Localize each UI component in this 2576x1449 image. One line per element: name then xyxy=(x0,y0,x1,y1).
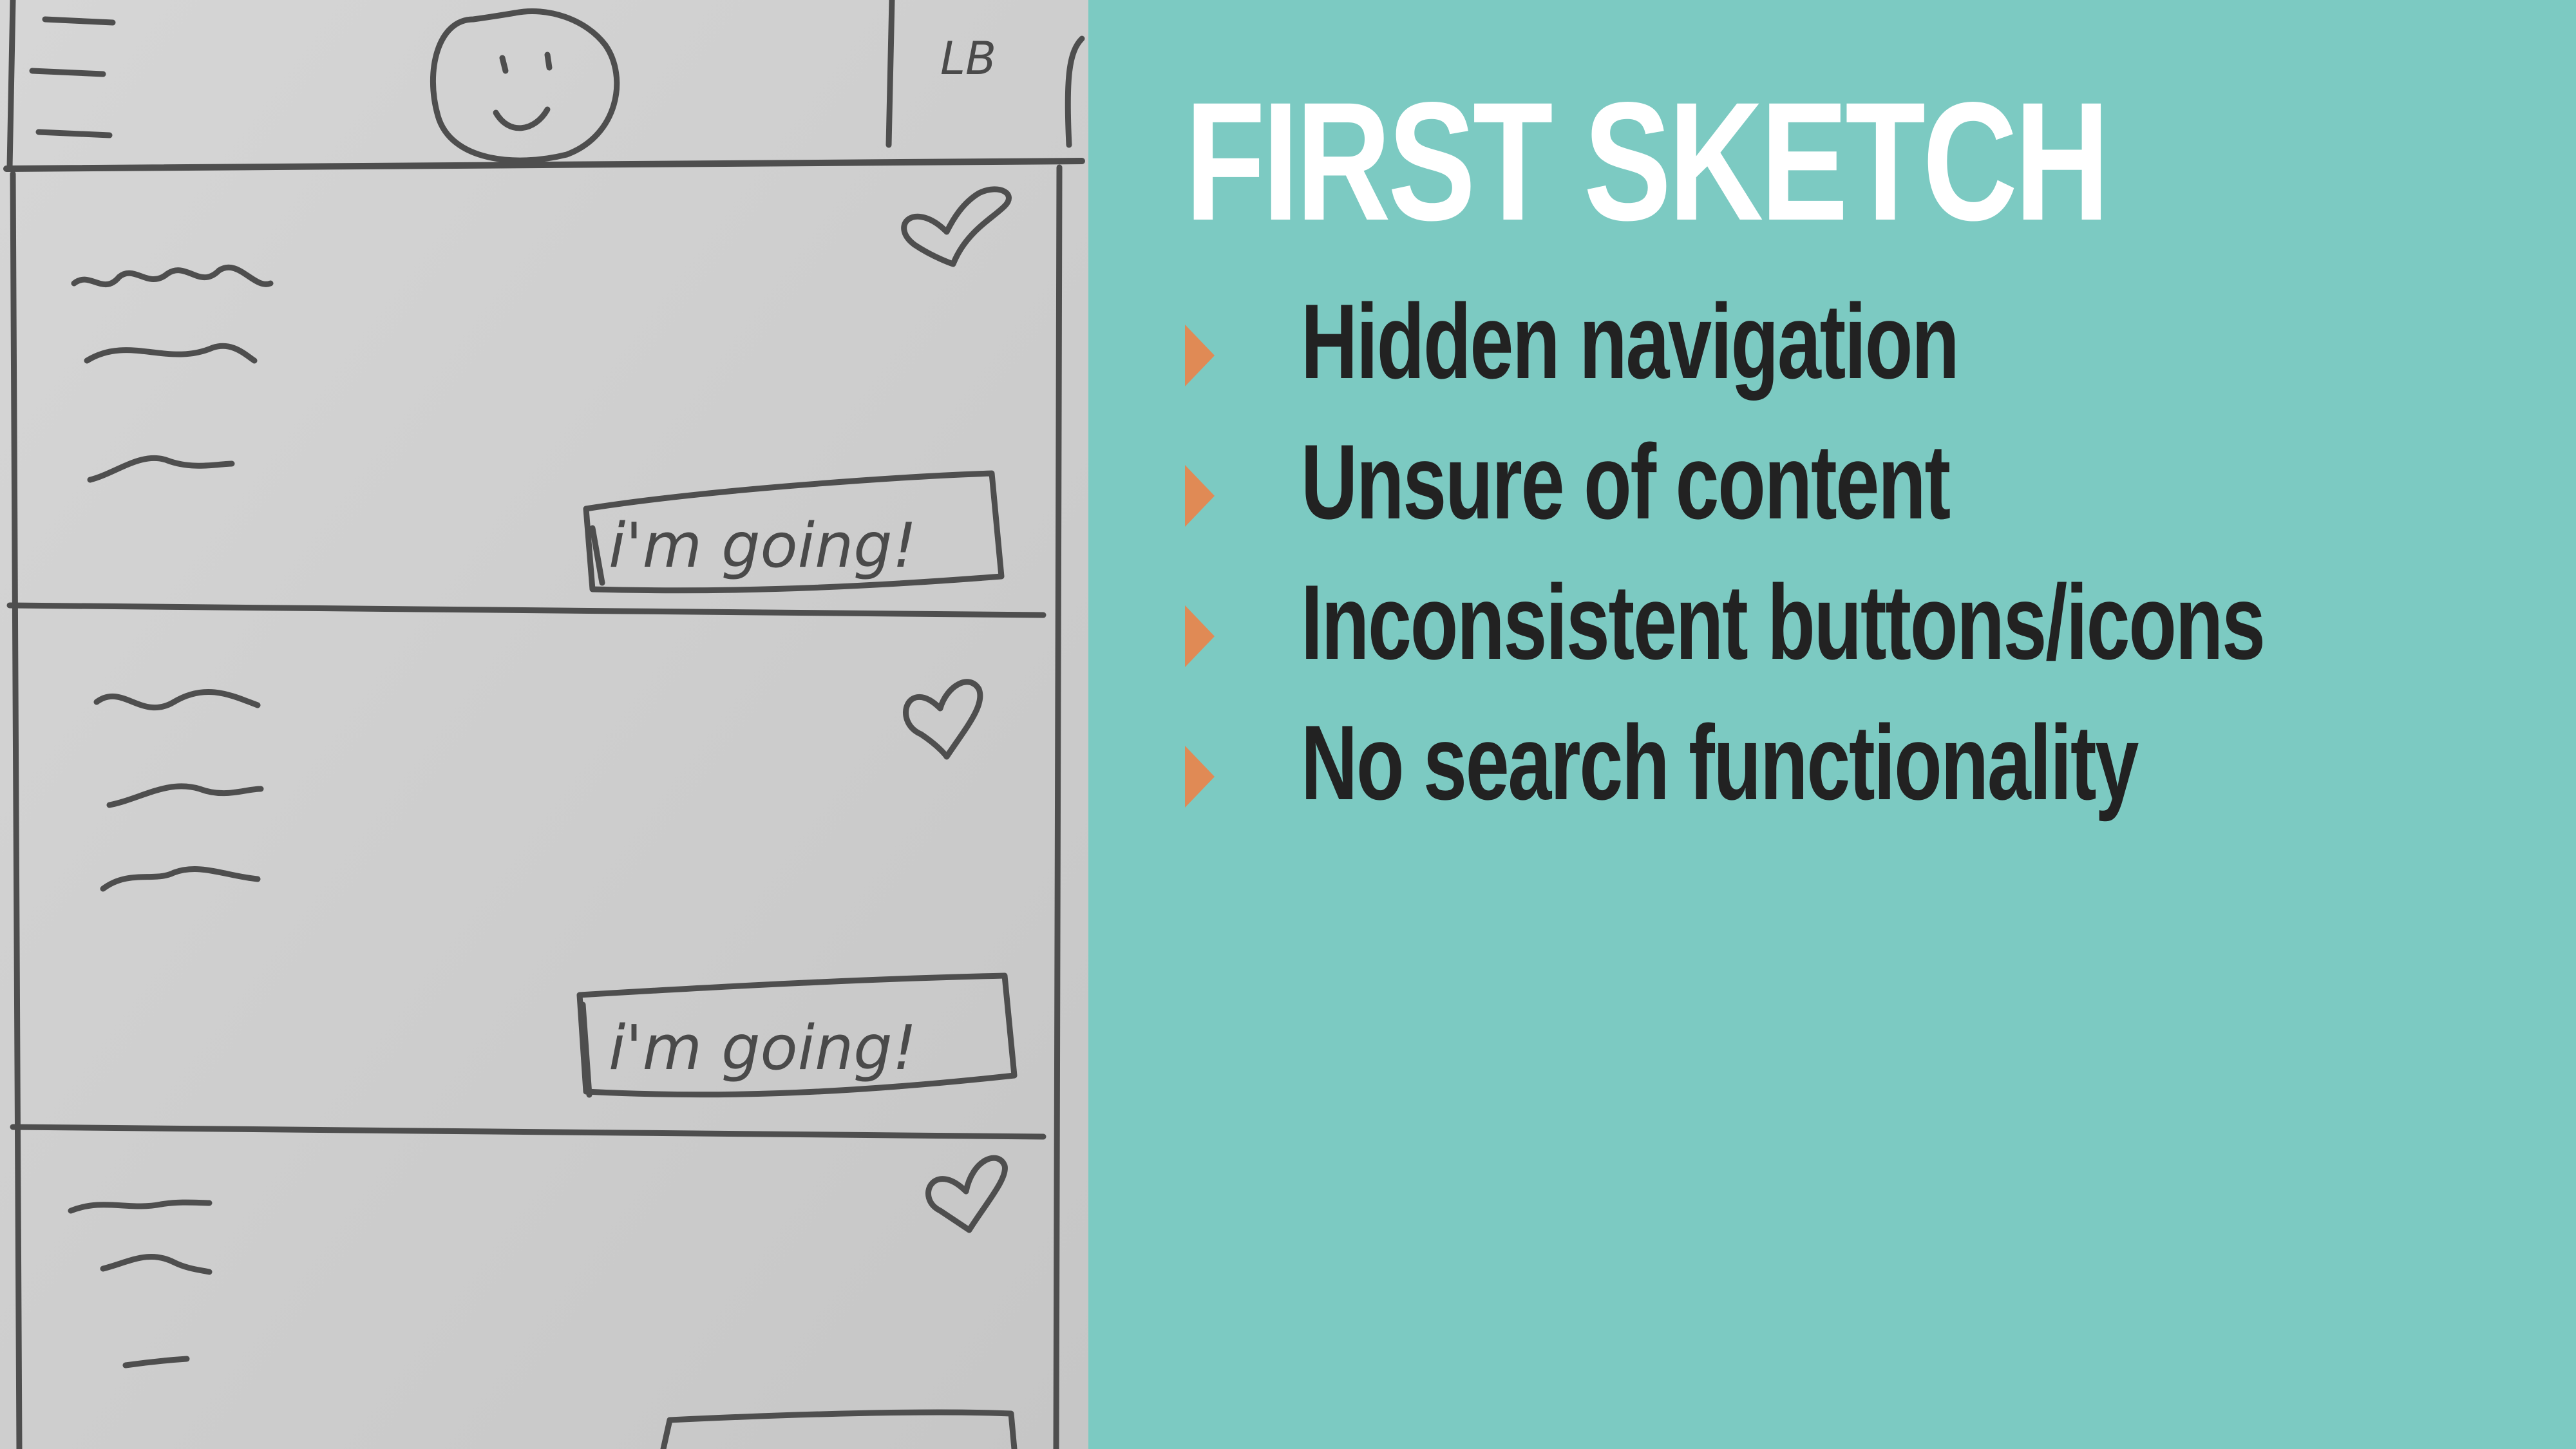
bullet-text: No search functionality xyxy=(1301,703,2139,822)
triangle-bullet-icon xyxy=(1185,605,1215,667)
im-going-label: i'm going! xyxy=(609,1013,917,1084)
bullet-text: Hidden navigation xyxy=(1301,282,1960,401)
wireframe-sketch: LB i'm going! i'm going! xyxy=(0,0,1088,1449)
sketch-photo: LB i'm going! i'm going! xyxy=(0,0,1088,1449)
bullet-text: Unsure of content xyxy=(1301,422,1951,541)
slide-title: FIRST SKETCH xyxy=(1185,67,2110,256)
triangle-bullet-icon xyxy=(1185,325,1215,386)
header-initials: LB xyxy=(940,32,996,85)
slide-content-panel: FIRST SKETCH Hidden navigation Unsure of… xyxy=(1088,0,2576,1449)
triangle-bullet-icon xyxy=(1185,746,1215,808)
im-going-label: i'm going! xyxy=(609,511,917,582)
bullet-text: Inconsistent buttons/icons xyxy=(1301,563,2266,681)
triangle-bullet-icon xyxy=(1185,465,1215,527)
